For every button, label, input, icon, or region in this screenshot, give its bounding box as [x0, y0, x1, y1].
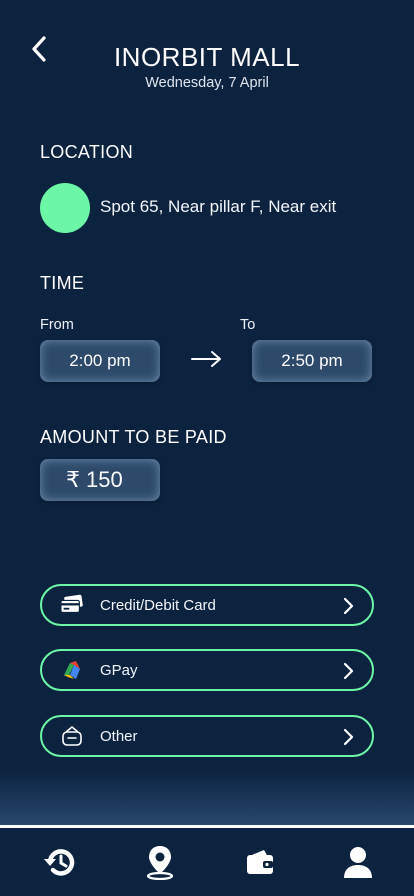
header: INORBIT MALL Wednesday, 7 April — [0, 30, 414, 100]
other-payment-option[interactable]: Other — [40, 715, 374, 757]
bottom-navigation — [0, 828, 414, 896]
time-label: TIME — [40, 273, 85, 293]
profile-icon — [344, 847, 372, 878]
nav-location[interactable] — [140, 842, 180, 882]
bottom-glow — [0, 770, 414, 825]
credit-debit-card-label: Credit/Debit Card — [100, 597, 216, 614]
wallet-other-icon — [60, 725, 84, 747]
amount-label: AMOUNT TO BE PAID — [40, 427, 227, 447]
amount-value: 150 — [86, 467, 123, 492]
nav-wallet[interactable] — [240, 842, 280, 882]
page-date: Wednesday, 7 April — [145, 75, 269, 91]
nav-profile[interactable] — [338, 842, 378, 882]
location-spot-text: Spot 65, Near pillar F, Near exit — [100, 197, 337, 216]
chevron-right-icon — [343, 728, 354, 746]
arrow-right-icon — [191, 351, 221, 367]
history-icon — [44, 849, 75, 876]
location-marker-dot — [40, 183, 90, 233]
chevron-right-icon — [343, 662, 354, 680]
wallet-icon — [247, 850, 273, 874]
other-payment-label: Other — [100, 728, 138, 745]
location-label: LOCATION — [40, 142, 134, 162]
page-title: INORBIT MALL — [113, 42, 301, 72]
to-time-field[interactable]: 2:50 pm — [252, 340, 372, 382]
location-pin-icon — [146, 846, 174, 880]
from-label: From — [40, 317, 74, 333]
from-time-field[interactable]: 2:00 pm — [40, 340, 160, 382]
chevron-right-icon — [343, 597, 354, 615]
gpay-label: GPay — [100, 662, 138, 679]
nav-history[interactable] — [39, 842, 79, 882]
rupee-symbol: ₹ — [66, 467, 80, 492]
gpay-icon — [60, 659, 84, 681]
gpay-option[interactable]: GPay — [40, 649, 374, 691]
amount-field: ₹ 150 — [40, 459, 160, 501]
to-label: To — [240, 317, 256, 333]
credit-debit-card-option[interactable]: Credit/Debit Card — [40, 584, 374, 626]
credit-card-icon — [60, 594, 84, 616]
